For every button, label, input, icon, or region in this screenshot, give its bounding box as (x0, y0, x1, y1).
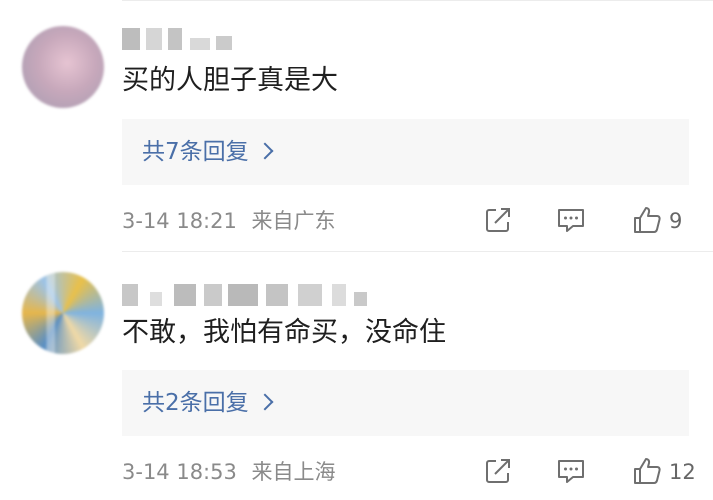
view-replies-label: 共7条回复 (142, 139, 249, 165)
comment-location: 来自广东 (251, 209, 336, 233)
comment-text: 不敢，我怕有命买，没命住 (122, 317, 446, 348)
username-blurred[interactable] (122, 28, 237, 50)
comment-timestamp: 3-14 18:21 (122, 209, 237, 233)
thumbs-up-icon[interactable] (632, 205, 662, 235)
like-count: 12 (669, 460, 696, 484)
comment-icon[interactable] (556, 205, 586, 235)
view-replies-link[interactable]: 共2条回复 (142, 386, 274, 420)
reply-summary-box[interactable]: 共7条回复 (122, 119, 689, 185)
thumbs-up-icon[interactable] (632, 456, 662, 486)
chevron-right-icon (256, 393, 274, 411)
view-replies-label: 共2条回复 (142, 390, 249, 416)
share-icon[interactable] (483, 205, 513, 235)
username-blurred[interactable] (122, 284, 367, 306)
comment-item: 买的人胆子真是大 共7条回复 3-14 18:21 来自广东 9 (0, 0, 713, 252)
avatar[interactable] (22, 272, 104, 354)
comment-text: 买的人胆子真是大 (122, 65, 338, 96)
avatar[interactable] (22, 26, 104, 108)
chevron-right-icon (256, 142, 274, 160)
comment-meta-row: 3-14 18:53 来自上海 12 (122, 454, 713, 490)
comment-item: 不敢，我怕有命买，没命住 共2条回复 3-14 18:53 来自上海 12 (0, 252, 713, 500)
comment-meta: 3-14 18:53 来自上海 (122, 457, 336, 487)
view-replies-link[interactable]: 共7条回复 (142, 135, 274, 169)
like-count: 9 (669, 209, 683, 233)
share-icon[interactable] (483, 456, 513, 486)
reply-summary-box[interactable]: 共2条回复 (122, 370, 689, 436)
comment-location: 来自上海 (251, 460, 336, 484)
comment-icon[interactable] (556, 456, 586, 486)
comment-timestamp: 3-14 18:53 (122, 460, 237, 484)
comment-meta: 3-14 18:21 来自广东 (122, 206, 336, 236)
comment-meta-row: 3-14 18:21 来自广东 9 (122, 203, 713, 239)
